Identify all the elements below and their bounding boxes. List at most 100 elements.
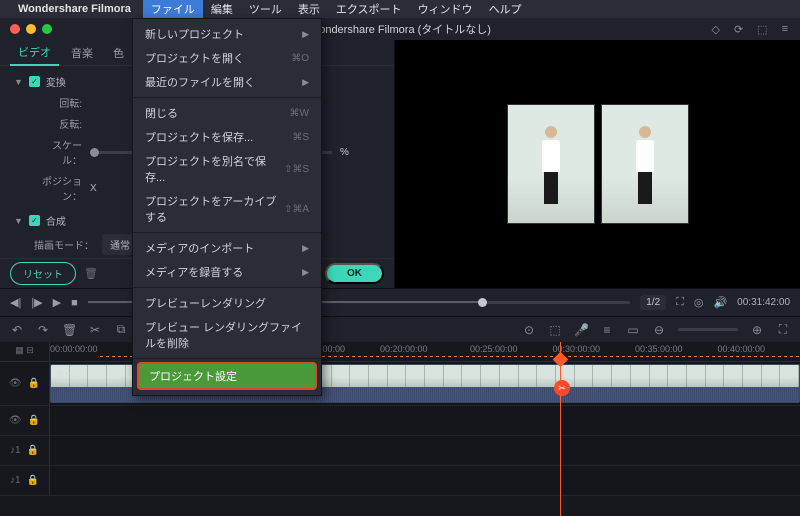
menu-preview-render[interactable]: プレビューレンダリング xyxy=(133,291,321,315)
menu-edit[interactable]: 編集 xyxy=(203,0,241,19)
zoom-fit-icon[interactable]: ⛶ xyxy=(776,322,790,337)
trash-icon[interactable]: 🗑 xyxy=(84,267,98,280)
menu-open-project[interactable]: プロジェクトを開く⌘O xyxy=(133,46,321,70)
window-controls xyxy=(0,24,52,34)
preview-frame-right xyxy=(601,104,689,224)
menu-open-recent[interactable]: 最近のファイルを開く▶ xyxy=(133,70,321,94)
menu-close[interactable]: 閉じる⌘W xyxy=(133,101,321,125)
menu-export[interactable]: エクスポート xyxy=(328,0,410,19)
system-menubar: Wondershare Filmora ファイル 編集 ツール 表示 エクスポー… xyxy=(0,0,800,18)
record-icon[interactable]: ⬚ xyxy=(548,323,562,337)
submenu-arrow-icon: ▶ xyxy=(302,29,309,40)
close-window-button[interactable] xyxy=(10,24,20,34)
ruler-tick: 00:35:00:00 xyxy=(635,344,683,354)
timeline-ruler[interactable]: ▦ ⊟ 00:00:00:00 00:05:00:00 00:10:00:00 … xyxy=(0,342,800,362)
chevron-down-icon[interactable]: ▼ xyxy=(14,216,23,226)
chevron-down-icon[interactable]: ▼ xyxy=(14,77,23,87)
zoom-in-icon[interactable]: ⊕ xyxy=(750,323,764,337)
notifications-icon[interactable]: ⟳ xyxy=(734,23,743,36)
menu-new-project[interactable]: 新しいプロジェクト▶ xyxy=(133,22,321,46)
tab-video[interactable]: ビデオ xyxy=(10,40,59,66)
fullscreen-icon[interactable]: ⛶ xyxy=(676,296,684,309)
delete-icon[interactable]: 🗑 xyxy=(62,323,76,337)
settings-icon[interactable]: ≡ xyxy=(782,23,788,36)
video-track-1: 👁🔒 xyxy=(0,406,800,436)
preview-content xyxy=(507,104,689,224)
submenu-arrow-icon: ▶ xyxy=(302,77,309,88)
ruler-tick: 00:20:00:00 xyxy=(380,344,428,354)
flip-label: 反転: xyxy=(34,116,82,131)
maximize-window-button[interactable] xyxy=(42,24,52,34)
mic-icon[interactable]: 🎤 xyxy=(574,323,588,337)
scale-label: スケール： xyxy=(34,137,82,167)
cut-icon[interactable]: ✂ xyxy=(88,323,102,337)
playback-bar: ◀| |▶ ▶ ■ 1/2 ⛶ ◎ 🔊 00:31:42:00 xyxy=(0,288,800,316)
preview-zoom-select[interactable]: 1/2 xyxy=(640,295,666,310)
menu-window[interactable]: ウィンドウ xyxy=(410,0,481,19)
position-x-label: X xyxy=(90,183,97,194)
lock-icon[interactable]: 🔒 xyxy=(28,415,40,426)
prev-button[interactable]: |▶ xyxy=(31,296,42,309)
menu-project-settings[interactable]: プロジェクト設定 xyxy=(137,362,317,390)
reset-button[interactable]: リセット xyxy=(10,262,76,285)
zoom-out-icon[interactable]: ⊖ xyxy=(652,323,666,337)
mixer-icon[interactable]: ≡ xyxy=(600,323,614,337)
tab-color[interactable]: 色 xyxy=(105,41,132,65)
playhead[interactable] xyxy=(560,342,561,516)
menu-save-project[interactable]: プロジェクトを保存...⌘S xyxy=(133,125,321,149)
volume-icon[interactable]: 🔊 xyxy=(713,296,727,309)
track-label: ♪1 xyxy=(10,445,21,456)
window-title: Wondershare Filmora (タイトルなし) xyxy=(309,21,491,37)
menu-delete-preview-render[interactable]: プレビュー レンダリングファイルを削除 xyxy=(133,315,321,355)
snapshot-icon[interactable]: ◎ xyxy=(694,296,704,309)
menu-help[interactable]: ヘルプ xyxy=(481,0,530,19)
preview-frame-left xyxy=(507,104,595,224)
visibility-icon[interactable]: 👁 xyxy=(9,415,22,426)
menu-file[interactable]: ファイル xyxy=(143,0,203,19)
composite-title: 合成 xyxy=(46,213,66,228)
rotation-label: 回転: xyxy=(34,95,82,110)
video-track-2: 👁 🔒 オー... xyxy=(0,362,800,406)
menu-import-media[interactable]: メディアのインポート▶ xyxy=(133,236,321,260)
transform-checkbox[interactable]: ✓ xyxy=(29,76,40,87)
copy-icon[interactable]: ⧉ xyxy=(114,322,128,337)
menu-archive-project[interactable]: プロジェクトをアーカイブする⇧⌘A xyxy=(133,189,321,229)
minimize-window-button[interactable] xyxy=(26,24,36,34)
clip-title: オー... xyxy=(55,367,81,380)
submenu-arrow-icon: ▶ xyxy=(302,243,309,254)
timeline-toolbar: ↶ ↷ 🗑 ✂ ⧉ ◫ ⏱ ◐ ▣ ⇄ ⊙ ⬚ 🎤 ≡ ▭ ⊖ ⊕ ⛶ xyxy=(0,316,800,342)
lock-icon[interactable]: 🔒 xyxy=(28,378,40,389)
position-label: ポジション： xyxy=(34,173,82,203)
menu-tools[interactable]: ツール xyxy=(241,0,290,19)
zoom-slider[interactable] xyxy=(678,328,738,331)
visibility-icon[interactable]: 👁 xyxy=(9,378,22,389)
ruler-tick: 00:00:00:00 xyxy=(50,344,98,354)
menu-view[interactable]: 表示 xyxy=(290,0,328,19)
marker-icon[interactable]: ⊙ xyxy=(522,323,536,337)
transform-title: 変換 xyxy=(46,74,66,89)
ruler-tick: 00:40:00:00 xyxy=(718,344,766,354)
undo-icon[interactable]: ↶ xyxy=(10,323,24,337)
menu-record-media[interactable]: メディアを録音する▶ xyxy=(133,260,321,284)
prev-frame-button[interactable]: ◀| xyxy=(10,296,21,309)
composite-checkbox[interactable]: ✓ xyxy=(29,215,40,226)
render-icon[interactable]: ▭ xyxy=(626,323,640,337)
tab-audio[interactable]: 音楽 xyxy=(63,41,101,65)
account-icon[interactable]: ◇ xyxy=(711,23,719,36)
lock-icon[interactable]: 🔒 xyxy=(27,475,39,486)
file-menu-dropdown: 新しいプロジェクト▶ プロジェクトを開く⌘O 最近のファイルを開く▶ 閉じる⌘W… xyxy=(132,18,322,396)
menu-save-project-as[interactable]: プロジェクトを別名で保存...⇧⌘S xyxy=(133,149,321,189)
submenu-arrow-icon: ▶ xyxy=(302,267,309,278)
track-manager-icon[interactable]: ▦ ⊟ xyxy=(0,342,49,356)
track-label: ♪1 xyxy=(10,475,21,486)
redo-icon[interactable]: ↷ xyxy=(36,323,50,337)
play-button[interactable]: ▶ xyxy=(53,296,61,309)
lock-icon[interactable]: 🔒 xyxy=(27,445,39,456)
app-name[interactable]: Wondershare Filmora xyxy=(18,3,131,15)
cut-marker-icon[interactable]: ✂ xyxy=(554,380,570,396)
help-icon[interactable]: ⬚ xyxy=(757,23,767,36)
stop-button[interactable]: ■ xyxy=(71,297,78,309)
preview-panel xyxy=(395,40,800,288)
blendmode-label: 描画モード： xyxy=(34,237,94,252)
ok-button[interactable]: OK xyxy=(325,263,384,284)
